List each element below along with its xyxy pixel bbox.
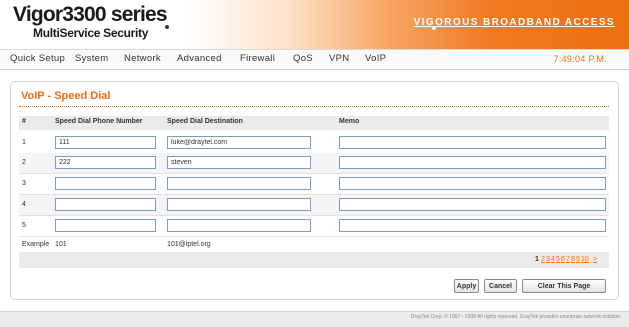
row-index: 4	[22, 201, 26, 208]
menu-vpn[interactable]: VPN	[329, 53, 349, 64]
cancel-button[interactable]: Cancel	[484, 279, 517, 293]
menu-firewall[interactable]: Firewall	[240, 53, 275, 64]
page-link-7[interactable]: 7	[566, 256, 570, 263]
pagination: 1 2 3 4 5 6 7 8 9 10 >	[19, 252, 609, 268]
memo-input[interactable]	[339, 136, 606, 149]
main-menu: Quick Setup System Network Advanced Fire…	[0, 49, 629, 70]
page-title: VoIP - Speed Dial	[21, 90, 111, 102]
footer: DrayTek Corp. © 1997 - 2008 All rights r…	[0, 311, 629, 327]
apply-button[interactable]: Apply	[454, 279, 479, 293]
speed-dial-panel: VoIP - Speed Dial # Speed Dial Phone Num…	[10, 81, 619, 300]
memo-input[interactable]	[339, 198, 606, 211]
phone-number-input[interactable]	[55, 177, 156, 190]
table-row: 4	[19, 195, 609, 216]
page-link-1[interactable]: 1	[535, 256, 539, 263]
memo-input[interactable]	[339, 177, 606, 190]
table-row: 2	[19, 153, 609, 174]
page-link-9[interactable]: 9	[576, 256, 580, 263]
destination-input[interactable]	[167, 198, 311, 211]
row-index: 1	[22, 139, 26, 146]
column-header-memo: Memo	[339, 118, 360, 125]
column-header-destination: Speed Dial Destination	[167, 118, 243, 125]
row-index: 3	[22, 180, 26, 187]
title-divider	[19, 106, 609, 107]
table-row: 5	[19, 216, 609, 237]
table-header: # Speed Dial Phone Number Speed Dial Des…	[19, 116, 609, 130]
example-destination: 101@iptel.org	[167, 241, 211, 248]
page-link-3[interactable]: 3	[546, 256, 550, 263]
brand-subtitle: MultiService Security	[33, 26, 149, 40]
memo-input[interactable]	[339, 219, 606, 232]
menu-voip[interactable]: VoIP	[365, 53, 386, 64]
menu-system[interactable]: System	[75, 53, 108, 64]
menu-advanced[interactable]: Advanced	[177, 53, 222, 64]
brand-title: Vigor3300 series	[13, 3, 168, 26]
page-link-next[interactable]: >	[593, 256, 597, 263]
row-index: 5	[22, 222, 26, 229]
memo-input[interactable]	[339, 156, 606, 169]
table-row: 1	[19, 133, 609, 154]
page-link-2[interactable]: 2	[541, 256, 545, 263]
page-link-5[interactable]: 5	[556, 256, 560, 263]
menu-qos[interactable]: QoS	[293, 53, 313, 64]
clear-page-button[interactable]: Clear This Page	[522, 279, 606, 293]
phone-number-input[interactable]	[55, 198, 156, 211]
column-header-index: #	[22, 118, 26, 125]
page-link-6[interactable]: 6	[561, 256, 565, 263]
destination-input[interactable]	[167, 219, 311, 232]
clock: 7:49:04 P.M.	[553, 54, 607, 64]
phone-number-input[interactable]	[55, 219, 156, 232]
phone-number-input[interactable]	[55, 156, 156, 169]
destination-input[interactable]	[167, 156, 311, 169]
destination-input[interactable]	[167, 177, 311, 190]
page-link-4[interactable]: 4	[551, 256, 555, 263]
table-row: 3	[19, 174, 609, 195]
row-index: 2	[22, 159, 26, 166]
example-row: Example 101 101@iptel.org	[19, 240, 609, 252]
brand-dot-icon	[165, 25, 169, 29]
tagline: VIGOROUS BROADBAND ACCESS	[413, 17, 615, 28]
copyright-text: DrayTek Corp. © 1997 - 2008 All rights r…	[410, 314, 621, 320]
phone-number-input[interactable]	[55, 136, 156, 149]
menu-quick-setup[interactable]: Quick Setup	[10, 53, 65, 64]
header-banner: Vigor3300 series MultiService Security V…	[0, 0, 629, 49]
column-header-phone: Speed Dial Phone Number	[55, 118, 143, 125]
destination-input[interactable]	[167, 136, 311, 149]
page-link-8[interactable]: 8	[571, 256, 575, 263]
page-link-10[interactable]: 10	[581, 256, 589, 263]
example-label: Example	[22, 241, 50, 248]
example-phone: 101	[55, 241, 67, 248]
menu-network[interactable]: Network	[124, 53, 161, 64]
